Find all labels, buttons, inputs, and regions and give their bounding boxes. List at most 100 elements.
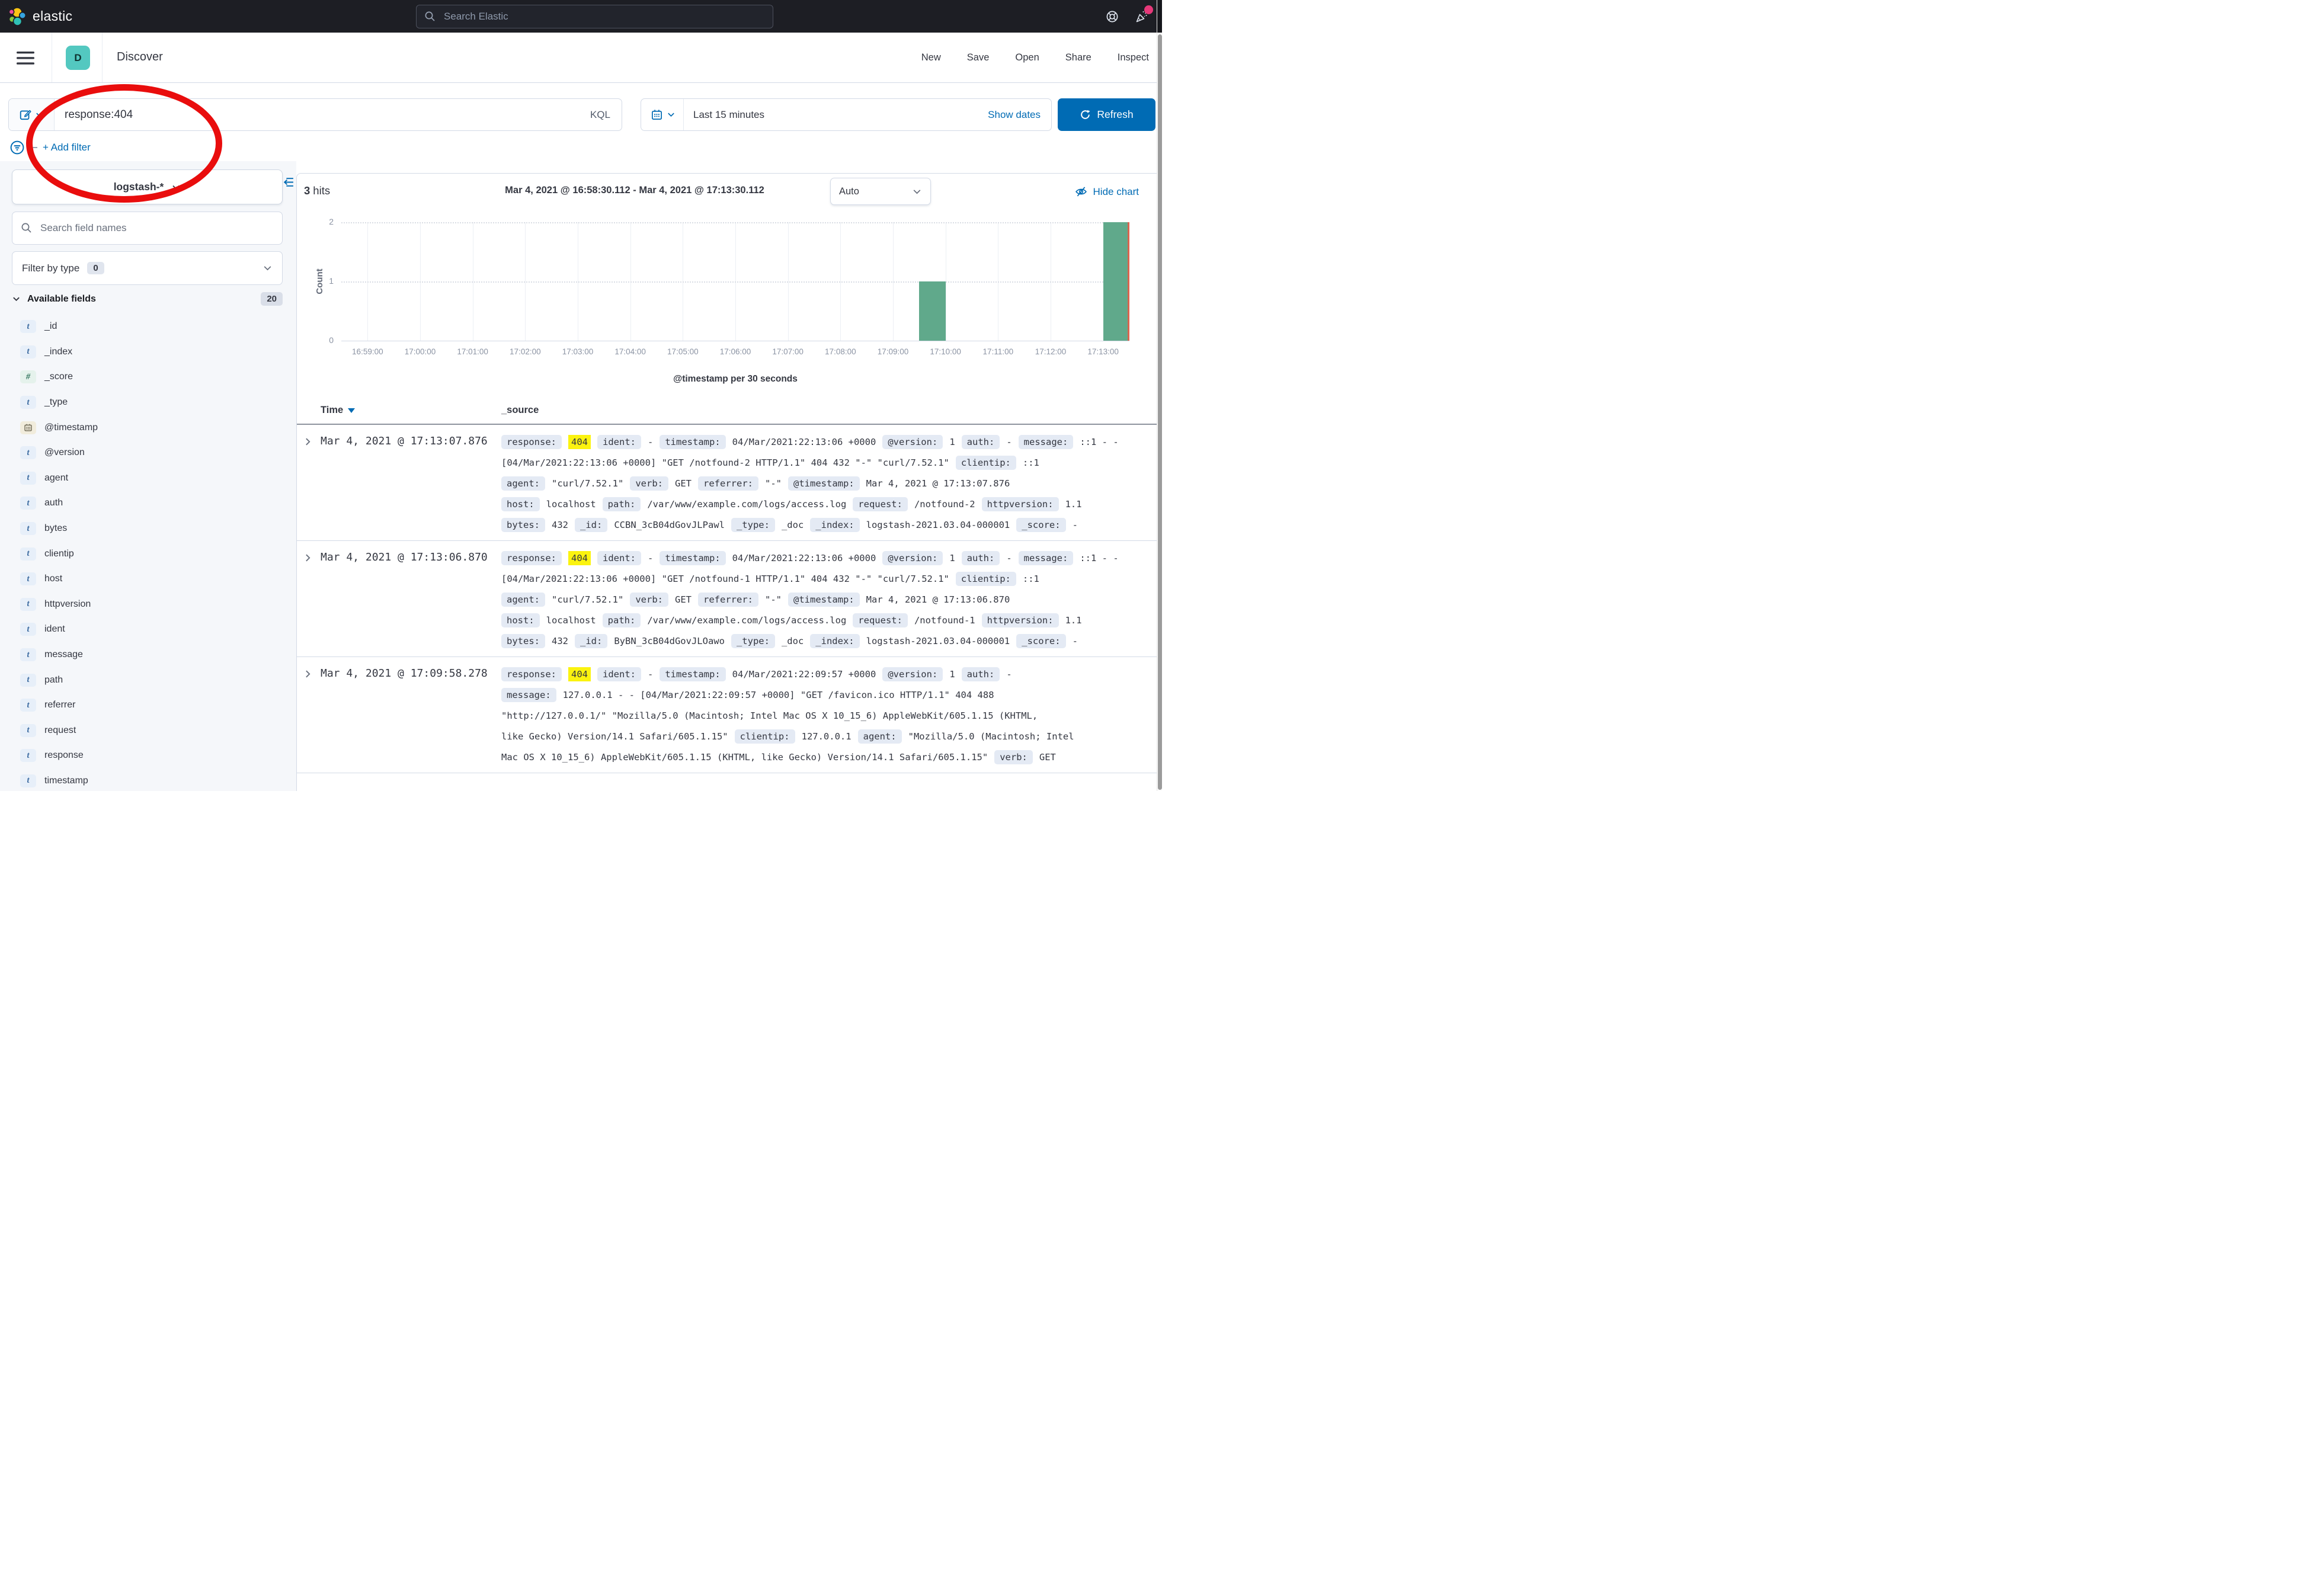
time-column-header[interactable]: Time — [321, 405, 355, 416]
field-name: _score — [44, 372, 73, 382]
query-bar: KQL — [8, 98, 622, 131]
field-name-pill: verb: — [630, 476, 668, 491]
x-axis-labels: 16:59:0017:00:0017:01:0017:02:0017:03:00… — [341, 347, 1129, 359]
sort-descending-icon — [348, 408, 355, 413]
field-name-pill: clientip: — [735, 729, 795, 744]
expand-toggle-icon[interactable] — [303, 437, 313, 447]
field-value: [04/Mar/2021:22:13:06 +0000] "GET /notfo… — [501, 457, 949, 468]
field-item[interactable]: tmessage — [12, 642, 283, 668]
global-search-box[interactable] — [416, 5, 773, 28]
open-button[interactable]: Open — [1015, 52, 1039, 63]
field-item[interactable]: ttimestamp — [12, 768, 283, 794]
field-name-pill: bytes: — [501, 518, 545, 532]
field-item[interactable]: t@version — [12, 440, 283, 466]
interval-select[interactable]: Auto — [830, 178, 931, 205]
field-item[interactable]: thost — [12, 566, 283, 592]
x-tick-label: 16:59:00 — [342, 347, 392, 356]
field-value: "curl/7.52.1" — [552, 478, 623, 489]
calendar-menu-button[interactable] — [641, 99, 684, 130]
expand-toggle-icon[interactable] — [303, 553, 313, 563]
index-pattern-selector[interactable]: logstash-* — [12, 169, 283, 204]
saved-query-menu-button[interactable] — [9, 99, 55, 130]
field-item[interactable]: t httpversion — [12, 592, 283, 617]
field-value: 1 — [949, 437, 955, 447]
new-button[interactable]: New — [921, 52, 941, 63]
field-name-pill: _type: — [731, 634, 775, 648]
table-header: Time _source — [297, 399, 1157, 425]
global-search-input[interactable] — [443, 10, 765, 23]
field-value: - — [648, 437, 653, 447]
current-time-marker — [1128, 222, 1129, 341]
field-item[interactable]: tpath — [12, 667, 283, 693]
hits-number: 3 — [304, 184, 310, 197]
field-value: ::1 — [1023, 457, 1039, 468]
field-item[interactable]: tbytes — [12, 516, 283, 542]
results-panel: 3hits Mar 4, 2021 @ 16:58:30.112 - Mar 4… — [296, 173, 1157, 791]
x-tick-label: 17:03:00 — [553, 347, 603, 356]
expand-toggle-icon[interactable] — [303, 669, 313, 679]
field-item[interactable]: t_index — [12, 340, 283, 365]
field-type-string-icon: t — [20, 547, 36, 561]
menu-icon[interactable] — [17, 52, 34, 65]
collapse-sidebar-icon[interactable] — [282, 176, 294, 188]
hits-count: 3hits — [304, 184, 330, 197]
whats-new-icon[interactable] — [1135, 9, 1149, 24]
field-item[interactable]: trequest — [12, 718, 283, 744]
inspect-button[interactable]: Inspect — [1118, 52, 1149, 63]
field-value: 1 — [949, 669, 955, 680]
field-type-string-icon: t — [20, 472, 36, 485]
scrollbar-thumb[interactable] — [1158, 34, 1162, 790]
field-item[interactable]: @timestamp — [12, 415, 283, 440]
field-value: [04/Mar/2021:22:13:06 +0000] "GET /notfo… — [501, 574, 949, 584]
field-value: CCBN_3cB04dGovJLPawl — [614, 520, 725, 530]
time-range-value[interactable]: Last 15 minutes — [684, 109, 988, 121]
field-name: httpversion — [44, 599, 91, 610]
help-icon[interactable] — [1105, 9, 1119, 24]
field-item[interactable]: treferrer — [12, 693, 283, 718]
gridline-horizontal — [341, 222, 1129, 223]
field-name-pill: @timestamp: — [788, 476, 860, 491]
doc-source: response:404ident:-timestamp:04/Mar/2021… — [501, 432, 1146, 536]
field-value: "Mozilla/5.0 (Macintosh; Intel — [908, 731, 1074, 742]
field-value: - — [1073, 636, 1078, 646]
histogram-bar[interactable] — [1103, 222, 1129, 341]
y-axis-labels: 012 — [297, 222, 334, 341]
filter-icon[interactable] — [9, 140, 25, 155]
field-item[interactable]: tresponse — [12, 743, 283, 768]
doc-table-body: Mar 4, 2021 @ 17:13:07.876response:404id… — [297, 425, 1157, 773]
field-name: clientip — [44, 549, 74, 559]
show-dates-link[interactable]: Show dates — [988, 109, 1051, 121]
field-name-pill: verb: — [994, 750, 1033, 764]
field-item[interactable]: tident — [12, 617, 283, 642]
discover-app-badge[interactable]: D — [66, 46, 90, 70]
field-item[interactable]: t_type — [12, 390, 283, 415]
hide-chart-link[interactable]: Hide chart — [1075, 185, 1139, 198]
histogram-bar[interactable] — [919, 281, 945, 341]
field-item[interactable]: tagent — [12, 466, 283, 491]
field-type-string-icon: t — [20, 598, 36, 611]
refresh-button[interactable]: Refresh — [1058, 98, 1155, 131]
add-filter-button[interactable]: + Add filter — [43, 142, 91, 153]
query-input[interactable] — [55, 108, 579, 121]
field-name-pill: auth: — [962, 435, 1000, 449]
field-value: 1.1 — [1065, 499, 1082, 510]
field-item[interactable]: t_id — [12, 314, 283, 340]
field-item[interactable]: #_score — [12, 364, 283, 390]
field-type-string-icon: t — [20, 522, 36, 535]
query-language-button[interactable]: KQL — [579, 109, 622, 121]
save-button[interactable]: Save — [967, 52, 990, 63]
field-value: 1 — [949, 553, 955, 563]
field-search-input[interactable] — [39, 222, 274, 235]
field-item[interactable]: tauth — [12, 491, 283, 516]
field-name-pill: auth: — [962, 551, 1000, 565]
elastic-logo[interactable]: elastic — [8, 0, 72, 33]
field-item[interactable]: t clientip — [12, 541, 283, 566]
header-menu: New Save Open Share Inspect — [921, 33, 1149, 82]
gridline-horizontal — [341, 281, 1129, 283]
field-name: _id — [44, 321, 57, 332]
share-button[interactable]: Share — [1065, 52, 1091, 63]
field-value: GET — [675, 478, 692, 489]
field-type-string-icon: t — [20, 572, 36, 585]
available-fields-header[interactable]: Available fields 20 — [12, 292, 283, 306]
filter-by-type-dropdown[interactable]: Filter by type 0 — [12, 251, 283, 285]
